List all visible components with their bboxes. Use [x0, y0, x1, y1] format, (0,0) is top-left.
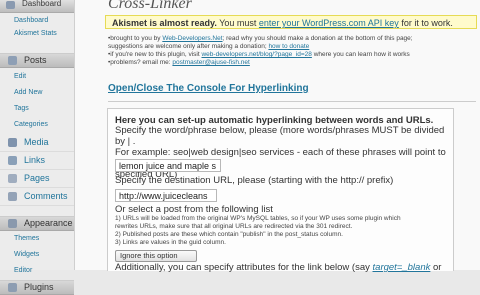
specify-url-text: Specify the destination URL, please (sta…: [115, 175, 394, 186]
posts-icon: [8, 56, 17, 65]
sidebar-item-pages[interactable]: Pages: [0, 170, 74, 188]
sidebar-item-add-new[interactable]: Add New: [0, 83, 74, 99]
email-link[interactable]: postmaster@ajuse-fish.net: [172, 59, 249, 66]
divider: [108, 101, 476, 102]
info-line4: •problems? email me:: [108, 59, 173, 66]
akismet-notice: Akismet is almost ready. You must enter …: [105, 15, 477, 29]
sidebar-item-links[interactable]: Links: [0, 152, 74, 170]
attributes-text-b: or: [430, 262, 442, 273]
sidebar-dashboard-label: Dashboard: [22, 0, 62, 8]
sidebar-menu-plugins-label: Plugins: [24, 282, 54, 292]
sidebar-item-media[interactable]: Media: [0, 134, 74, 152]
note-1: 1) URLs will be loaded from the original…: [115, 215, 401, 222]
links-icon: [8, 156, 17, 165]
phrase-input[interactable]: lemon juice and maple s: [115, 159, 221, 172]
note-3: 3) Links are values in the guid column.: [115, 239, 226, 246]
notice-tail: for it to work.: [398, 18, 453, 28]
how-to-donate-link[interactable]: how to donate: [268, 43, 309, 50]
info-line3-post: where you can learn how it works: [311, 51, 410, 58]
hyperlink-console-panel: Here you can set-up automatic hyperlinki…: [107, 108, 455, 273]
dashboard-icon: [6, 1, 15, 9]
info-line1-post: ; read why you should make a donation at…: [222, 35, 413, 42]
admin-sidebar: Dashboard Dashboard Akismet Stats Posts …: [0, 0, 75, 295]
ignore-option-select[interactable]: Ignore this option: [115, 250, 197, 262]
sidebar-item-akismet-stats[interactable]: Akismet Stats: [0, 27, 74, 40]
notice-text: You must: [216, 18, 259, 28]
sidebar-menu-posts[interactable]: Posts: [0, 53, 74, 68]
blog-link[interactable]: web-developers.net/blog/?page_id=28: [201, 51, 311, 58]
sidebar-menu-posts-label: Posts: [24, 55, 47, 65]
sidebar-item-widgets[interactable]: Widgets: [0, 245, 74, 261]
pages-icon: [8, 174, 17, 183]
sidebar-item-links-label: Links: [24, 155, 46, 165]
sidebar-item-themes[interactable]: Themes: [0, 231, 74, 245]
sidebar-item-edit[interactable]: Edit: [0, 68, 74, 83]
notes-list: 1) URLs will be loaded from the original…: [115, 215, 450, 247]
appearance-icon: [8, 219, 17, 228]
comments-icon: [8, 192, 17, 201]
sidebar-item-editor[interactable]: Editor: [0, 261, 74, 277]
api-key-link[interactable]: enter your WordPress.com API key: [259, 18, 399, 28]
info-line3: •if you're new to this plugin, visit: [108, 51, 202, 58]
target-blank-link[interactable]: target=_blank: [373, 262, 431, 273]
sidebar-menu-plugins[interactable]: Plugins: [0, 280, 74, 295]
attributes-text: Additionally, you can specify attributes…: [115, 262, 455, 273]
sidebar-item-dashboard[interactable]: Dashboard: [0, 13, 74, 27]
page-title: Cross-Linker: [108, 0, 192, 12]
select-post-text: Or select a post from the following list: [115, 204, 273, 215]
open-close-console-link[interactable]: Open/Close The Console For Hyperlinking: [108, 83, 309, 94]
media-icon: [8, 138, 17, 147]
note-2: 2) Published posts are these which conta…: [115, 231, 343, 238]
specify-phrase-line1: Specify the word/phrase below, please (m…: [115, 125, 445, 147]
attributes-text-a: Additionally, you can specify attributes…: [115, 262, 373, 273]
notice-bold: Akismet is almost ready.: [112, 18, 217, 28]
info-line1: •brought to you by: [108, 35, 163, 42]
sidebar-menu-appearance-label: Appearance: [24, 218, 73, 228]
sidebar-item-comments-label: Comments: [24, 191, 68, 201]
info-line2: suggestions are welcome only after makin…: [108, 43, 269, 50]
sidebar-item-categories[interactable]: Categories: [0, 115, 74, 131]
sidebar-dashboard-header[interactable]: Dashboard: [0, 0, 74, 13]
sidebar-item-comments[interactable]: Comments: [0, 188, 74, 206]
url-input[interactable]: http://www.juicecleans: [115, 189, 217, 202]
plugins-icon: [8, 283, 17, 292]
web-developers-link[interactable]: Web-Developers.Net: [162, 35, 222, 42]
sidebar-item-pages-label: Pages: [24, 173, 50, 183]
sidebar-item-media-label: Media: [24, 137, 49, 147]
sidebar-menu-appearance[interactable]: Appearance: [0, 216, 74, 231]
note-1b: rewrites URLs, make sure that all origin…: [115, 223, 353, 230]
plugin-info: •brought to you by Web-Developers.Net; r…: [108, 35, 476, 67]
sidebar-item-tags[interactable]: Tags: [0, 99, 74, 115]
